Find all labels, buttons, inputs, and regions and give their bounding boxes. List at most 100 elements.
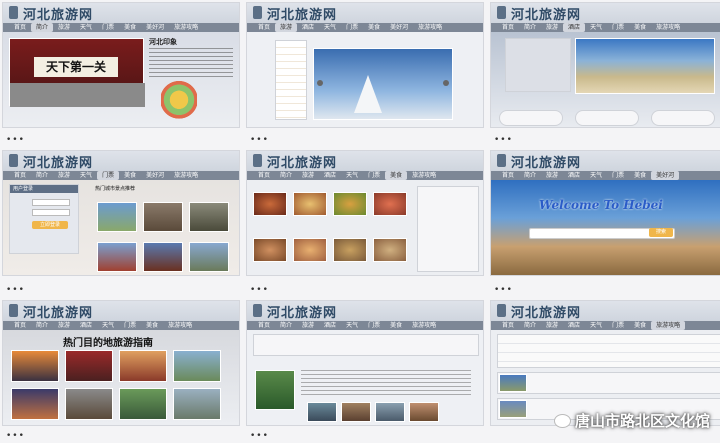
hotel-list-item[interactable] xyxy=(499,110,563,126)
nav-item[interactable]: 门票 xyxy=(119,321,141,330)
route-list-item[interactable] xyxy=(497,372,720,394)
nav-item[interactable]: 门票 xyxy=(607,171,629,180)
nav-item[interactable]: 天气 xyxy=(585,171,607,180)
site-logo-icon xyxy=(497,6,506,19)
page-preview-hotel[interactable]: 河北旅游网 首页 简介 旅游 酒店 天气 门票 美食 旅游攻略 xyxy=(490,2,720,128)
nav-item[interactable]: 首页 xyxy=(497,171,519,180)
nav-item[interactable]: 美好河 xyxy=(385,23,413,32)
nav-item[interactable]: 酒店 xyxy=(319,321,341,330)
nav-item[interactable]: 首页 xyxy=(253,171,275,180)
nav-item[interactable]: 旅游攻略 xyxy=(651,321,686,330)
nav-item[interactable]: 酒店 xyxy=(319,171,341,180)
nav-item[interactable]: 天气 xyxy=(75,171,97,180)
route-filter-panel xyxy=(497,334,720,368)
nav-item[interactable]: 首页 xyxy=(9,321,31,330)
nav-item[interactable]: 简介 xyxy=(519,171,541,180)
nav-item[interactable]: 旅游 xyxy=(275,23,298,32)
page-preview-home[interactable]: 河北旅游网 首页 简介 旅游 天气 门票 美食 美好河 旅游攻略 天下第一关 河北印象 xyxy=(2,2,240,128)
nav-item[interactable]: 旅游 xyxy=(541,171,563,180)
nav-item[interactable]: 美食 xyxy=(385,321,407,330)
site-title: 河北旅游网 xyxy=(23,156,94,171)
nav-item[interactable]: 酒店 xyxy=(563,171,585,180)
nav-item[interactable]: 天气 xyxy=(585,23,607,32)
nav-item[interactable]: 旅游攻略 xyxy=(163,321,197,330)
nav-item[interactable]: 天气 xyxy=(75,23,97,32)
nav-item[interactable]: 天气 xyxy=(341,171,363,180)
nav-item[interactable]: 简介 xyxy=(31,23,54,32)
nav-item[interactable]: 旅游 xyxy=(297,321,319,330)
nav-item[interactable]: 旅游攻略 xyxy=(407,321,441,330)
nav-item[interactable]: 门票 xyxy=(341,23,363,32)
nav-item[interactable]: 首页 xyxy=(9,171,31,180)
nav-item[interactable]: 首页 xyxy=(497,321,519,330)
nav-item[interactable]: 简介 xyxy=(275,321,297,330)
nav-bar: 首页 简介 旅游 酒店 天气 门票 美食 旅游攻略 xyxy=(491,321,720,330)
nav-item[interactable]: 旅游攻略 xyxy=(413,23,447,32)
login-button[interactable]: 立即登录 xyxy=(32,221,68,229)
username-input[interactable] xyxy=(32,199,70,206)
nav-item[interactable]: 简介 xyxy=(275,171,297,180)
nav-item[interactable]: 酒店 xyxy=(563,321,585,330)
nav-item[interactable]: 美好河 xyxy=(651,171,680,180)
nav-item[interactable]: 门票 xyxy=(97,171,120,180)
nav-item[interactable]: 酒店 xyxy=(75,321,97,330)
carousel-prev-icon[interactable] xyxy=(317,80,323,86)
nav-item[interactable]: 旅游 xyxy=(53,23,75,32)
page-preview-guide[interactable]: 河北旅游网 首页 简介 旅游 酒店 天气 门票 美食 旅游攻略 热门目的地旅游指南 xyxy=(2,300,240,426)
nav-item[interactable]: 美食 xyxy=(629,171,651,180)
password-input[interactable] xyxy=(32,209,70,216)
nav-item[interactable]: 酒店 xyxy=(563,23,586,32)
nav-item[interactable]: 美好河 xyxy=(141,171,169,180)
page-preview-attractions[interactable]: 河北旅游网 首页 旅游 酒店 天气 门票 美食 美好河 旅游攻略 xyxy=(246,2,484,128)
nav-item[interactable]: 门票 xyxy=(363,321,385,330)
nav-item[interactable]: 美食 xyxy=(363,23,385,32)
province-map-image xyxy=(161,80,197,124)
page-preview-strategy[interactable]: 河北旅游网 首页 简介 旅游 酒店 天气 门票 美食 旅游攻略 xyxy=(490,300,720,426)
nav-item[interactable]: 旅游攻略 xyxy=(407,171,441,180)
nav-item[interactable]: 门票 xyxy=(97,23,119,32)
page-preview-welcome[interactable]: 河北旅游网 首页 简介 旅游 酒店 天气 门票 美食 美好河 Welcome To Hebei… xyxy=(490,150,720,276)
nav-item[interactable]: 门票 xyxy=(607,321,629,330)
nav-item[interactable]: 美食 xyxy=(119,171,141,180)
nav-item[interactable]: 天气 xyxy=(97,321,119,330)
nav-item[interactable]: 简介 xyxy=(519,23,541,32)
nav-item[interactable]: 旅游 xyxy=(541,321,563,330)
nav-item[interactable]: 美食 xyxy=(629,23,651,32)
nav-item[interactable]: 首页 xyxy=(9,23,31,32)
search-button[interactable]: 搜索 xyxy=(649,228,673,237)
page-preview-article[interactable]: 河北旅游网 首页 简介 旅游 酒店 天气 门票 美食 旅游攻略 xyxy=(246,300,484,426)
nav-item[interactable]: 简介 xyxy=(31,171,53,180)
hotel-list-item[interactable] xyxy=(575,110,639,126)
nav-item[interactable]: 门票 xyxy=(363,171,385,180)
nav-item[interactable]: 美食 xyxy=(119,23,141,32)
nav-item[interactable]: 首页 xyxy=(253,23,275,32)
nav-item[interactable]: 美食 xyxy=(385,171,408,180)
nav-item[interactable]: 美食 xyxy=(141,321,163,330)
nav-item[interactable]: 美食 xyxy=(629,321,651,330)
nav-item[interactable]: 旅游攻略 xyxy=(651,23,685,32)
nav-item[interactable]: 酒店 xyxy=(297,23,319,32)
nav-item[interactable]: 天气 xyxy=(341,321,363,330)
nav-item[interactable]: 简介 xyxy=(31,321,53,330)
more-dots: ••• xyxy=(250,285,269,295)
page-preview-food[interactable]: 河北旅游网 首页 简介 旅游 酒店 天气 门票 美食 旅游攻略 xyxy=(246,150,484,276)
nav-item[interactable]: 美好河 xyxy=(141,23,169,32)
nav-item[interactable]: 门票 xyxy=(607,23,629,32)
article-text xyxy=(301,370,471,396)
nav-item[interactable]: 旅游攻略 xyxy=(169,171,203,180)
nav-item[interactable]: 天气 xyxy=(319,23,341,32)
nav-item[interactable]: 首页 xyxy=(497,23,519,32)
carousel-next-icon[interactable] xyxy=(443,80,449,86)
destination-image xyxy=(173,350,221,382)
nav-item[interactable]: 旅游 xyxy=(541,23,563,32)
nav-item[interactable]: 旅游 xyxy=(53,321,75,330)
page-preview-tickets[interactable]: 河北旅游网 首页 简介 旅游 天气 门票 美食 美好河 旅游攻略 用户登录 立即登录 热门城市… xyxy=(2,150,240,276)
nav-item[interactable]: 旅游攻略 xyxy=(169,23,203,32)
nav-item[interactable]: 旅游 xyxy=(297,171,319,180)
hotel-list-item[interactable] xyxy=(651,110,715,126)
nav-item[interactable]: 旅游 xyxy=(53,171,75,180)
nav-item[interactable]: 天气 xyxy=(585,321,607,330)
booking-form[interactable] xyxy=(505,38,571,92)
nav-item[interactable]: 首页 xyxy=(253,321,275,330)
nav-item[interactable]: 简介 xyxy=(519,321,541,330)
